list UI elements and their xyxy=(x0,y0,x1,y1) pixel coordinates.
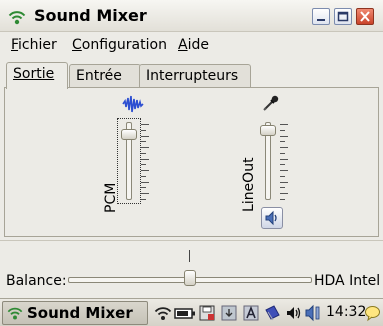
lineout-mute-button[interactable] xyxy=(261,207,283,229)
tick-mark xyxy=(280,170,288,171)
pcm-ticks xyxy=(141,124,149,200)
tick-mark xyxy=(141,130,146,131)
network-icon[interactable] xyxy=(154,304,172,322)
menu-configuration[interactable]: Configuration xyxy=(72,37,167,53)
close-button[interactable] xyxy=(356,8,374,25)
tab-entree-label: Entrée xyxy=(76,68,122,84)
tick-mark xyxy=(141,147,149,148)
tick-mark xyxy=(141,153,146,154)
tick-mark xyxy=(280,159,288,160)
tick-mark xyxy=(280,182,288,183)
disk-icon[interactable] xyxy=(198,304,216,322)
tick-mark xyxy=(280,176,285,177)
font-icon[interactable] xyxy=(242,304,260,322)
menu-bar: Fichier Configuration Aide xyxy=(0,34,383,56)
tab-entree[interactable]: Entrée xyxy=(69,64,141,88)
menu-configuration-mnemonic: C xyxy=(72,37,82,53)
tick-mark xyxy=(141,164,146,165)
lineout-slider-thumb[interactable] xyxy=(260,125,276,137)
tick-mark xyxy=(141,141,146,142)
tab-sortie[interactable]: Sortie xyxy=(6,62,68,89)
tab-interrupteurs[interactable]: Interrupteurs xyxy=(139,64,251,88)
tab-sortie-label: Sortie xyxy=(13,66,55,82)
eyedropper-icon xyxy=(263,95,279,111)
balance-label: Balance: xyxy=(6,273,67,289)
tick-mark xyxy=(141,136,149,137)
waveform-icon xyxy=(122,95,144,113)
notes-icon[interactable] xyxy=(263,304,281,322)
volume-icon[interactable] xyxy=(285,304,303,322)
tick-mark xyxy=(280,130,285,131)
menu-aide-rest: ide xyxy=(187,37,209,53)
menu-fichier[interactable]: Fichier xyxy=(11,37,57,53)
balance-center-mark xyxy=(189,250,190,262)
lineout-ticks xyxy=(280,124,288,200)
taskbar-window-title: Sound Mixer xyxy=(27,304,133,322)
minimize-icon xyxy=(317,19,325,21)
pcm-label: PCM xyxy=(103,182,119,213)
tick-mark xyxy=(141,159,149,160)
tick-mark xyxy=(280,136,288,137)
tick-mark xyxy=(280,147,288,148)
volume-slider-icon[interactable] xyxy=(304,304,324,322)
tick-mark xyxy=(141,176,146,177)
maximize-icon xyxy=(337,11,349,22)
tick-mark xyxy=(141,193,149,194)
tick-mark xyxy=(141,170,149,171)
bubble-icon[interactable] xyxy=(364,304,381,322)
tick-mark xyxy=(280,199,285,200)
window-title: Sound Mixer xyxy=(34,6,147,25)
tick-mark xyxy=(141,182,149,183)
pcm-slider-thumb[interactable] xyxy=(121,128,137,140)
minimize-button[interactable] xyxy=(312,8,330,25)
speaker-icon xyxy=(265,210,277,226)
mixer-window: Sound Mixer Fichier Configuration Aide S… xyxy=(0,0,383,298)
package-icon[interactable] xyxy=(220,304,238,322)
tick-mark xyxy=(280,193,288,194)
lineout-label: LineOut xyxy=(241,157,257,212)
balance-slider-thumb[interactable] xyxy=(184,270,196,286)
tick-mark xyxy=(141,124,149,125)
tick-mark xyxy=(280,153,285,154)
taskbar-window-button[interactable]: Sound Mixer xyxy=(2,301,148,325)
title-bar[interactable]: Sound Mixer xyxy=(0,0,383,32)
tick-mark xyxy=(141,187,146,188)
tick-mark xyxy=(280,187,285,188)
tick-mark xyxy=(141,199,146,200)
menu-fichier-rest: ichier xyxy=(18,37,57,53)
balance-separator xyxy=(0,240,383,241)
wifi-sound-icon xyxy=(8,11,26,25)
menu-aide-mnemonic: A xyxy=(178,37,188,53)
taskbar: Sound Mixer 14:32 xyxy=(0,298,383,326)
menu-fichier-mnemonic: F xyxy=(11,37,19,53)
wifi-sound-icon xyxy=(7,307,23,320)
tab-interrupteurs-label: Interrupteurs xyxy=(146,68,239,84)
device-name: HDA Intel xyxy=(314,273,381,289)
tick-mark xyxy=(280,124,288,125)
sortie-panel: PCM LineOut xyxy=(4,87,379,237)
close-icon xyxy=(360,11,370,22)
clock[interactable]: 14:32 xyxy=(326,304,366,320)
tick-mark xyxy=(280,141,285,142)
menu-aide[interactable]: Aide xyxy=(178,37,209,53)
maximize-button[interactable] xyxy=(334,8,352,25)
menu-configuration-rest: onfiguration xyxy=(81,37,167,53)
tick-mark xyxy=(280,164,285,165)
battery-icon[interactable] xyxy=(174,304,196,322)
